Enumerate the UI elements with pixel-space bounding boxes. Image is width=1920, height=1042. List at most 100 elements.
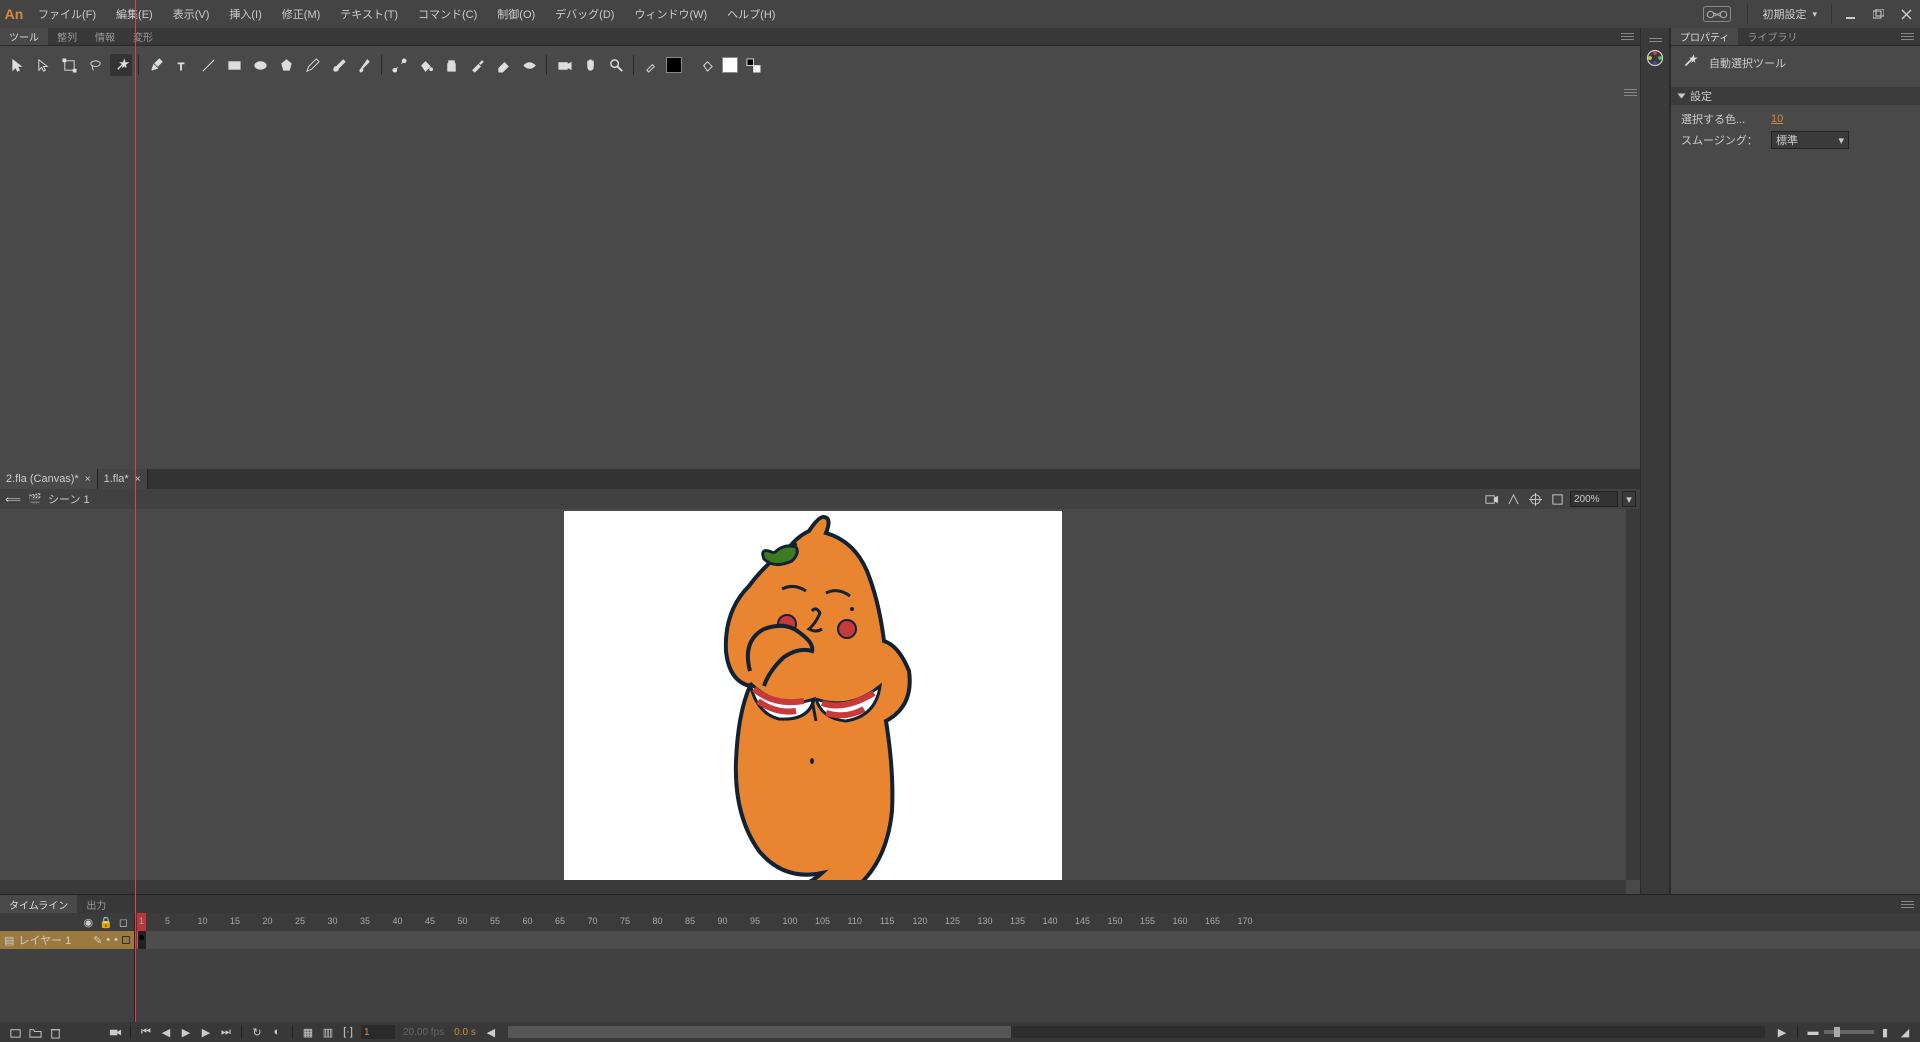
pencil-tool[interactable] <box>301 54 323 76</box>
stage-viewport[interactable] <box>0 509 1626 880</box>
layer-name[interactable]: レイヤー 1 <box>18 932 71 948</box>
layer-row[interactable]: ▤ レイヤー 1 ✎ •• <box>0 931 135 949</box>
next-frame-button[interactable]: ▶ <box>197 1023 215 1041</box>
paintbrush-tool[interactable] <box>353 54 375 76</box>
settings-section-header[interactable]: 設定 <box>1671 87 1920 105</box>
menu-control[interactable]: 制御(O) <box>487 0 545 28</box>
onion-outlines-button[interactable]: ▦ <box>299 1023 317 1041</box>
timeline-zoom-slider[interactable] <box>1824 1030 1874 1034</box>
edit-symbol-icon[interactable] <box>1504 490 1522 508</box>
swatches-panel-icon[interactable] <box>1645 48 1665 68</box>
timeline-scrollbar[interactable] <box>508 1026 1765 1038</box>
visibility-icon[interactable]: ◉ <box>84 916 94 929</box>
tab-info[interactable]: 情報 <box>86 28 124 45</box>
smoothing-select[interactable]: 標準 ▾ <box>1771 131 1849 149</box>
eyedropper-tool[interactable] <box>466 54 488 76</box>
delete-layer-button[interactable] <box>46 1023 64 1041</box>
subselection-tool[interactable] <box>32 54 54 76</box>
horizontal-scrollbar[interactable] <box>0 880 1626 894</box>
minimize-button[interactable] <box>1836 0 1864 28</box>
back-icon[interactable]: ⟸ <box>4 490 22 508</box>
paint-bucket-tool[interactable] <box>414 54 436 76</box>
menu-text[interactable]: テキスト(T) <box>330 0 408 28</box>
zoom-dropdown[interactable]: ▾ <box>1622 491 1636 507</box>
line-tool[interactable] <box>197 54 219 76</box>
polystar-tool[interactable] <box>275 54 297 76</box>
free-transform-tool[interactable] <box>58 54 80 76</box>
marker-button[interactable]: [·] <box>339 1023 357 1041</box>
select-colors-value[interactable]: 10 <box>1771 113 1811 125</box>
tab-tools[interactable]: ツール <box>0 28 48 45</box>
tab-properties[interactable]: プロパティ <box>1671 28 1738 45</box>
prev-frame-button[interactable]: ◀ <box>157 1023 175 1041</box>
width-tool[interactable] <box>518 54 540 76</box>
sync-settings-icon[interactable] <box>1703 6 1731 22</box>
panel-menu-icon[interactable] <box>1624 87 1637 98</box>
menu-help[interactable]: ヘルプ(H) <box>717 0 785 28</box>
tab-timeline[interactable]: タイムライン <box>0 895 77 913</box>
menu-insert[interactable]: 挿入(I) <box>219 0 271 28</box>
doc-tab-1[interactable]: 2.fla (Canvas)* × <box>0 469 98 489</box>
lock-icon[interactable]: 🔒 <box>99 916 113 929</box>
menu-commands[interactable]: コマンド(C) <box>408 0 487 28</box>
scene-name[interactable]: シーン 1 <box>48 491 90 507</box>
scroll-right-button[interactable]: ▶ <box>1773 1023 1791 1041</box>
zoom-input[interactable]: 200% <box>1570 491 1618 507</box>
eraser-tool[interactable] <box>492 54 514 76</box>
timeline-zoom-in[interactable]: ▮ <box>1876 1023 1894 1041</box>
add-camera-button[interactable] <box>106 1023 124 1041</box>
close-icon[interactable]: × <box>85 474 91 485</box>
menu-window[interactable]: ウィンドウ(W) <box>624 0 717 28</box>
magic-wand-tool[interactable] <box>110 54 132 76</box>
stroke-eyedropper[interactable] <box>640 54 662 76</box>
zoom-tool[interactable] <box>605 54 627 76</box>
play-button[interactable]: ▶ <box>177 1023 195 1041</box>
tab-transform[interactable]: 変形 <box>124 28 162 45</box>
selection-tool[interactable] <box>6 54 28 76</box>
scroll-left-button[interactable]: ◀ <box>482 1023 500 1041</box>
timeline-zoom-out[interactable]: ▬ <box>1804 1023 1822 1041</box>
fill-eyedropper[interactable] <box>696 54 718 76</box>
edit-multiple-button[interactable]: ▥ <box>319 1023 337 1041</box>
outline-icon[interactable]: ◻ <box>119 916 128 929</box>
hand-tool[interactable] <box>579 54 601 76</box>
workspace-switcher[interactable]: 初期設定 ▾ <box>1752 0 1827 28</box>
panel-menu-icon[interactable] <box>1901 899 1914 910</box>
tab-align[interactable]: 整列 <box>48 28 86 45</box>
tab-output[interactable]: 出力 <box>77 895 115 913</box>
stroke-color-swatch[interactable] <box>666 57 682 73</box>
clip-content-icon[interactable] <box>1548 490 1566 508</box>
edit-scene-icon[interactable] <box>1482 490 1500 508</box>
lasso-tool[interactable] <box>84 54 106 76</box>
swap-colors-icon[interactable] <box>742 54 764 76</box>
panel-menu-icon[interactable] <box>1901 31 1914 42</box>
menu-modify[interactable]: 修正(M) <box>272 0 331 28</box>
first-frame-button[interactable]: ⏮ <box>137 1023 155 1041</box>
pen-tool[interactable] <box>145 54 167 76</box>
loop-button[interactable]: ↻ <box>248 1023 266 1041</box>
fill-color-swatch[interactable] <box>722 57 738 73</box>
new-layer-button[interactable] <box>6 1023 24 1041</box>
menu-view[interactable]: 表示(V) <box>163 0 220 28</box>
doc-tab-2[interactable]: 1.fla* × <box>98 469 148 489</box>
brush-tool[interactable] <box>327 54 349 76</box>
tab-library[interactable]: ライブラリ <box>1738 28 1806 45</box>
oval-tool[interactable] <box>249 54 271 76</box>
onion-skin-button[interactable]: ◐ <box>268 1023 286 1041</box>
bone-tool[interactable] <box>388 54 410 76</box>
panel-menu-icon[interactable] <box>1621 31 1634 42</box>
frames-track[interactable] <box>135 931 1920 949</box>
dock-handle-icon[interactable] <box>1649 36 1662 44</box>
frame-ruler[interactable]: 1510152025303540455055606570758085909510… <box>135 913 1920 931</box>
new-folder-button[interactable] <box>26 1023 44 1041</box>
current-frame-field[interactable]: 1 <box>361 1025 395 1039</box>
last-frame-button[interactable]: ⏭ <box>217 1023 235 1041</box>
menu-debug[interactable]: デバッグ(D) <box>545 0 624 28</box>
ink-bottle-tool[interactable] <box>440 54 462 76</box>
text-tool[interactable]: T <box>171 54 193 76</box>
center-stage-icon[interactable] <box>1526 490 1544 508</box>
vertical-scrollbar[interactable] <box>1626 509 1640 880</box>
menu-file[interactable]: ファイル(F) <box>28 0 106 28</box>
camera-tool[interactable] <box>553 54 575 76</box>
rectangle-tool[interactable] <box>223 54 245 76</box>
